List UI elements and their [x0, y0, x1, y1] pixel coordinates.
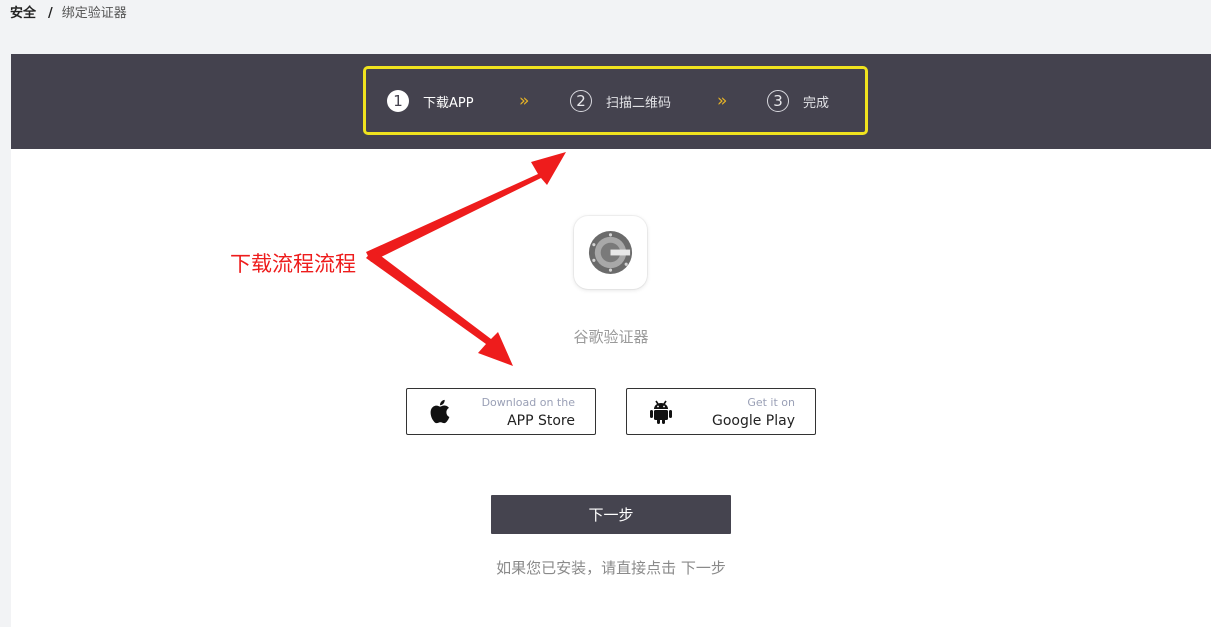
annotation-arrow-up: [366, 152, 566, 262]
annotation-arrow-down: [366, 250, 513, 366]
page: 安全 / 绑定验证器 1 下载APP » 2 扫描二维码 » 3 完成 谷歌验证…: [0, 0, 1211, 627]
annotation-label: 下载流程流程: [230, 252, 356, 276]
annotation-arrows: [366, 152, 566, 366]
